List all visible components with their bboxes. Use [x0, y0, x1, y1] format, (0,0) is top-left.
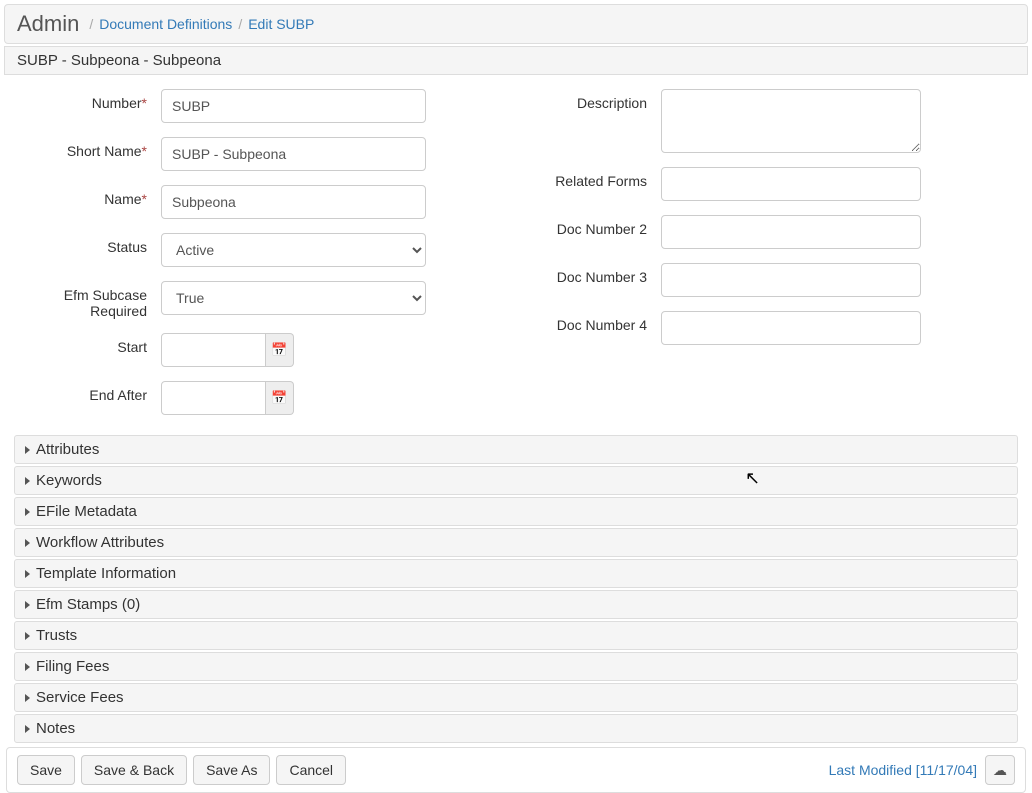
- accordion-label: Trusts: [36, 627, 77, 644]
- cancel-button[interactable]: Cancel: [276, 755, 346, 785]
- accordion-label: EFile Metadata: [36, 503, 137, 520]
- label-end-after: End After: [16, 381, 161, 403]
- form-right-column: Description Related Forms Doc Number 2 D…: [531, 89, 1016, 429]
- accordion-label: Efm Stamps (0): [36, 596, 140, 613]
- doc-number-4-input[interactable]: [661, 311, 921, 345]
- chevron-right-icon: [25, 508, 30, 516]
- breadcrumb: Admin / Document Definitions / Edit SUBP: [4, 4, 1028, 44]
- chevron-right-icon: [25, 477, 30, 485]
- doc-number-2-input[interactable]: [661, 215, 921, 249]
- breadcrumb-link-edit-subp[interactable]: Edit SUBP: [248, 16, 314, 32]
- chevron-right-icon: [25, 725, 30, 733]
- chevron-right-icon: [25, 601, 30, 609]
- accordion-label: Service Fees: [36, 689, 124, 706]
- status-select[interactable]: Active: [161, 233, 426, 267]
- end-after-input-group: 📅: [161, 381, 294, 415]
- label-doc-number-2: Doc Number 2: [531, 215, 661, 237]
- related-forms-input[interactable]: [661, 167, 921, 201]
- label-doc-number-4: Doc Number 4: [531, 311, 661, 333]
- accordion-label: Keywords: [36, 472, 102, 489]
- chevron-right-icon: [25, 663, 30, 671]
- breadcrumb-admin: Admin: [17, 11, 79, 37]
- calendar-icon: 📅: [271, 390, 287, 406]
- footer-button-row: Save Save & Back Save As Cancel: [17, 755, 346, 785]
- accordion-label: Attributes: [36, 441, 99, 458]
- label-doc-number-3: Doc Number 3: [531, 263, 661, 285]
- accordion-template-information[interactable]: Template Information: [14, 559, 1018, 588]
- form-area: Number* Short Name* Name* Status Active …: [4, 75, 1028, 435]
- start-input[interactable]: [161, 333, 266, 367]
- chevron-right-icon: [25, 570, 30, 578]
- name-input[interactable]: [161, 185, 426, 219]
- chevron-right-icon: [25, 632, 30, 640]
- breadcrumb-separator: /: [238, 16, 242, 32]
- efm-subcase-select[interactable]: True: [161, 281, 426, 315]
- chevron-right-icon: [25, 446, 30, 454]
- section-title: SUBP - Subpeona - Subpeona: [4, 46, 1028, 75]
- save-back-button[interactable]: Save & Back: [81, 755, 187, 785]
- accordion-efm-stamps[interactable]: Efm Stamps (0): [14, 590, 1018, 619]
- chevron-right-icon: [25, 694, 30, 702]
- description-textarea[interactable]: [661, 89, 921, 153]
- label-number: Number*: [16, 89, 161, 111]
- start-input-group: 📅: [161, 333, 294, 367]
- label-short-name: Short Name*: [16, 137, 161, 159]
- accordion-attributes[interactable]: Attributes: [14, 435, 1018, 464]
- breadcrumb-link-document-definitions[interactable]: Document Definitions: [99, 16, 232, 32]
- label-status: Status: [16, 233, 161, 255]
- accordion-efile-metadata[interactable]: EFile Metadata: [14, 497, 1018, 526]
- breadcrumb-separator: /: [89, 16, 93, 32]
- scroll-top-button[interactable]: ☁: [985, 755, 1015, 785]
- last-modified-link[interactable]: Last Modified [11/17/04]: [829, 762, 977, 778]
- accordion-workflow-attributes[interactable]: Workflow Attributes: [14, 528, 1018, 557]
- accordion-label: Notes: [36, 720, 75, 737]
- label-name: Name*: [16, 185, 161, 207]
- save-as-button[interactable]: Save As: [193, 755, 270, 785]
- label-description: Description: [531, 89, 661, 111]
- chevron-right-icon: [25, 539, 30, 547]
- form-left-column: Number* Short Name* Name* Status Active …: [16, 89, 501, 429]
- calendar-icon: 📅: [271, 342, 287, 358]
- accordion-container: Attributes Keywords EFile Metadata Workf…: [14, 435, 1018, 743]
- end-after-calendar-button[interactable]: 📅: [266, 381, 294, 415]
- accordion-notes[interactable]: Notes: [14, 714, 1018, 743]
- accordion-keywords[interactable]: Keywords: [14, 466, 1018, 495]
- accordion-trusts[interactable]: Trusts: [14, 621, 1018, 650]
- label-related-forms: Related Forms: [531, 167, 661, 189]
- accordion-label: Template Information: [36, 565, 176, 582]
- short-name-input[interactable]: [161, 137, 426, 171]
- accordion-label: Filing Fees: [36, 658, 109, 675]
- accordion-filing-fees[interactable]: Filing Fees: [14, 652, 1018, 681]
- footer-right: Last Modified [11/17/04] ☁: [829, 755, 1015, 785]
- footer-toolbar: Save Save & Back Save As Cancel Last Mod…: [6, 747, 1026, 793]
- cloud-up-icon: ☁: [993, 762, 1007, 779]
- label-start: Start: [16, 333, 161, 355]
- doc-number-3-input[interactable]: [661, 263, 921, 297]
- start-calendar-button[interactable]: 📅: [266, 333, 294, 367]
- accordion-service-fees[interactable]: Service Fees: [14, 683, 1018, 712]
- save-button[interactable]: Save: [17, 755, 75, 785]
- label-efm-subcase-required: Efm Subcase Required: [16, 281, 161, 319]
- accordion-label: Workflow Attributes: [36, 534, 164, 551]
- end-after-input[interactable]: [161, 381, 266, 415]
- number-input[interactable]: [161, 89, 426, 123]
